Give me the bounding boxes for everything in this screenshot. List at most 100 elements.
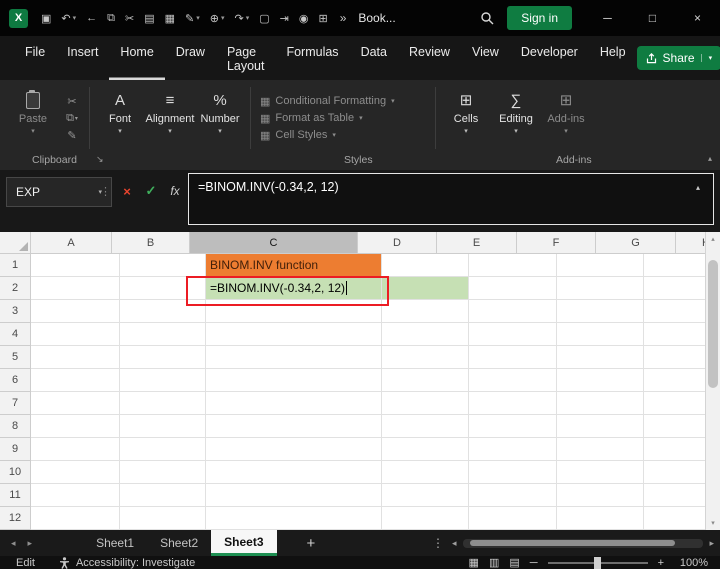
- cell-D2[interactable]: [382, 277, 469, 300]
- row-header-11[interactable]: 11: [0, 484, 31, 507]
- cell-E12[interactable]: [469, 507, 557, 530]
- menu-tab-file[interactable]: File: [14, 36, 56, 80]
- formula-input[interactable]: =BINOM.INV(-0.34,2, 12) ▴: [188, 173, 714, 225]
- cell-E2[interactable]: [469, 277, 557, 300]
- save-icon[interactable]: ▣: [36, 12, 56, 25]
- row-header-4[interactable]: 4: [0, 323, 31, 346]
- cell-B4[interactable]: [120, 323, 206, 346]
- cell-D6[interactable]: [382, 369, 469, 392]
- dialog-launcher-icon[interactable]: ↘: [96, 154, 104, 165]
- format-painter-icon[interactable]: ▤: [139, 12, 159, 25]
- cell-C5[interactable]: [206, 346, 382, 369]
- cell-C10[interactable]: [206, 461, 382, 484]
- accessibility-status[interactable]: Accessibility: Investigate: [59, 557, 195, 569]
- window-icon[interactable]: ⊞: [313, 12, 332, 25]
- zoom-slider-thumb[interactable]: [593, 556, 601, 569]
- insert-function-button[interactable]: fx: [164, 177, 186, 205]
- cell-B7[interactable]: [120, 392, 206, 415]
- cell-B6[interactable]: [120, 369, 206, 392]
- cell-C4[interactable]: [206, 323, 382, 346]
- cell-C12[interactable]: [206, 507, 382, 530]
- export-icon[interactable]: ⇥: [275, 12, 294, 25]
- cell-A4[interactable]: [31, 323, 120, 346]
- cell-D7[interactable]: [382, 392, 469, 415]
- share-button[interactable]: Share ▾: [636, 46, 720, 70]
- cell-A11[interactable]: [31, 484, 120, 507]
- cell-F9[interactable]: [557, 438, 644, 461]
- cell-A5[interactable]: [31, 346, 120, 369]
- new-sheet-button[interactable]: +: [291, 530, 332, 556]
- zoom-level[interactable]: 100%: [674, 557, 708, 569]
- formula-bar-resize-handle[interactable]: ⋮: [100, 177, 111, 205]
- cell-F7[interactable]: [557, 392, 644, 415]
- cell-E11[interactable]: [469, 484, 557, 507]
- column-header-G[interactable]: G: [596, 232, 676, 254]
- cell-E1[interactable]: [469, 254, 557, 277]
- share-caret-icon[interactable]: ▾: [700, 54, 712, 62]
- menu-tab-data[interactable]: Data: [350, 36, 398, 80]
- cell-E10[interactable]: [469, 461, 557, 484]
- cell-D8[interactable]: [382, 415, 469, 438]
- minimize-button[interactable]: ─: [585, 0, 630, 36]
- menu-tab-developer[interactable]: Developer: [510, 36, 589, 80]
- new-document-icon[interactable]: ▢: [254, 12, 274, 25]
- scroll-left-icon[interactable]: ◂: [452, 538, 457, 549]
- sphere-icon[interactable]: ⊕ ▾: [205, 12, 230, 25]
- ribbon-item-format-as-table[interactable]: ▦ Format as Table ▾: [260, 112, 430, 125]
- page-break-view-icon[interactable]: ▤: [509, 556, 519, 569]
- cell-B12[interactable]: [120, 507, 206, 530]
- ribbon-button-font[interactable]: A Font ▾: [95, 83, 145, 153]
- undo-icon[interactable]: ↶ ▾: [56, 12, 81, 25]
- cell-C11[interactable]: [206, 484, 382, 507]
- column-header-F[interactable]: F: [517, 232, 596, 254]
- ribbon-button-alignment[interactable]: ≡ Alignment ▾: [145, 83, 195, 153]
- close-button[interactable]: ×: [675, 0, 720, 36]
- page-layout-view-icon[interactable]: ▥: [489, 556, 499, 569]
- ribbon-button-editing[interactable]: ∑ Editing ▾: [491, 83, 541, 153]
- column-header-A[interactable]: A: [31, 232, 112, 254]
- name-box[interactable]: EXP ▾: [6, 177, 112, 207]
- cell-C3[interactable]: [206, 300, 382, 323]
- sheet-tab-sheet2[interactable]: Sheet2: [147, 530, 211, 556]
- vertical-scrollbar[interactable]: ▴ ▾: [705, 232, 720, 530]
- menu-tab-help[interactable]: Help: [589, 36, 637, 80]
- menu-tab-draw[interactable]: Draw: [165, 36, 216, 80]
- column-header-H[interactable]: H: [676, 232, 705, 254]
- cell-A6[interactable]: [31, 369, 120, 392]
- cell-A3[interactable]: [31, 300, 120, 323]
- cell-E4[interactable]: [469, 323, 557, 346]
- search-icon[interactable]: [467, 11, 507, 25]
- cell-F11[interactable]: [557, 484, 644, 507]
- cell-A10[interactable]: [31, 461, 120, 484]
- ribbon-button-number[interactable]: % Number ▾: [195, 83, 245, 153]
- back-icon[interactable]: ←: [81, 12, 102, 24]
- cell-C9[interactable]: [206, 438, 382, 461]
- cell-G12[interactable]: [644, 507, 705, 530]
- scroll-up-icon[interactable]: ▴: [706, 235, 720, 243]
- cell-B9[interactable]: [120, 438, 206, 461]
- camera-icon[interactable]: ◉: [294, 12, 314, 25]
- sign-in-button[interactable]: Sign in: [507, 6, 572, 30]
- cell-A1[interactable]: [31, 254, 120, 277]
- cell-G3[interactable]: [644, 300, 705, 323]
- cell-D10[interactable]: [382, 461, 469, 484]
- row-header-3[interactable]: 3: [0, 300, 31, 323]
- cell-G1[interactable]: [644, 254, 705, 277]
- row-header-10[interactable]: 10: [0, 461, 31, 484]
- zoom-slider[interactable]: [547, 556, 648, 569]
- ribbon-button-add-ins[interactable]: ⊞ Add-ins ▾: [541, 83, 591, 153]
- column-header-C[interactable]: C: [190, 232, 358, 254]
- horizontal-scrollbar[interactable]: ◂ ▸: [452, 530, 714, 556]
- cell-D3[interactable]: [382, 300, 469, 323]
- cell-F5[interactable]: [557, 346, 644, 369]
- cell-A8[interactable]: [31, 415, 120, 438]
- cell-A9[interactable]: [31, 438, 120, 461]
- cell-C1[interactable]: BINOM.INV function: [206, 254, 382, 277]
- cell-F10[interactable]: [557, 461, 644, 484]
- row-header-9[interactable]: 9: [0, 438, 31, 461]
- cell-E3[interactable]: [469, 300, 557, 323]
- cell-E5[interactable]: [469, 346, 557, 369]
- horizontal-scrollbar-track[interactable]: [462, 538, 704, 548]
- cell-D11[interactable]: [382, 484, 469, 507]
- cell-C6[interactable]: [206, 369, 382, 392]
